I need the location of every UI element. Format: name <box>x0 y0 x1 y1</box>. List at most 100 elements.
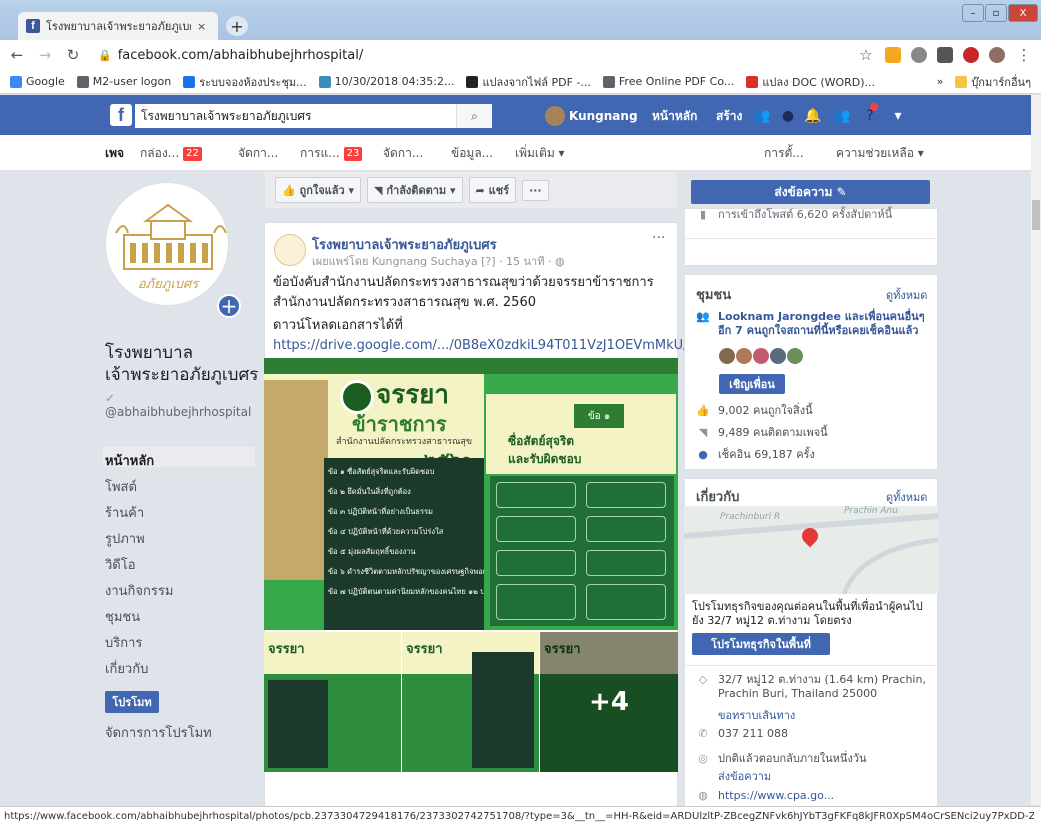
nav-create[interactable]: สร้าง <box>716 104 742 128</box>
friend-avatar[interactable] <box>753 348 769 364</box>
friends-text[interactable]: Looknam Jarongdee และเพื่อนคนอื่นๆ อีก 7… <box>718 310 934 338</box>
tab-more[interactable]: เพิ่มเติม ▾ <box>515 144 565 163</box>
friend-requests-icon[interactable]: 👥 <box>752 106 772 126</box>
menu-icon[interactable]: ⋮ <box>1015 46 1033 64</box>
friend-avatar[interactable] <box>770 348 786 364</box>
bookmark-label: Google <box>26 75 65 88</box>
facebook-logo-icon[interactable]: f <box>110 104 132 126</box>
forward-icon[interactable]: → <box>36 46 54 64</box>
friend-avatar[interactable] <box>787 348 803 364</box>
following-button[interactable]: ◥ กำลังติดตาม ▾ <box>367 177 463 203</box>
extension-icon[interactable] <box>937 47 953 63</box>
share-button[interactable]: ➦ แชร์ <box>468 177 517 203</box>
reload-icon[interactable]: ↻ <box>64 46 82 64</box>
logo-wordmark: อภัยภูเบศร <box>137 277 199 292</box>
left-nav-item[interactable]: ชุมชน <box>105 606 140 627</box>
url-field[interactable]: 🔒 facebook.com/abhaibhubejhrhospital/ <box>98 48 363 63</box>
extension-icon[interactable] <box>963 47 979 63</box>
left-nav-item[interactable]: งานกิจกรรม <box>105 580 173 601</box>
bookmark-item[interactable]: 10/30/2018 04:35:2... <box>318 75 454 88</box>
quick-help-icon[interactable]: 👥 <box>832 106 852 126</box>
tab-inbox[interactable]: กล่อง... 22 <box>140 144 202 163</box>
profile-link[interactable]: Kungnang <box>545 104 638 128</box>
left-nav-item[interactable]: รูปภาพ <box>105 528 145 549</box>
bookmarks-overflow-button[interactable]: » <box>937 75 944 88</box>
more-photos-overlay[interactable]: +4 <box>540 632 678 772</box>
messenger-icon[interactable]: ● <box>778 106 798 126</box>
maximize-button[interactable]: ▫ <box>985 4 1007 22</box>
post-link[interactable]: https://drive.google.com/.../0B8eX0zdkiL… <box>273 338 718 353</box>
bookmark-item[interactable]: ระบบจองห้องประชุม... <box>183 73 307 91</box>
left-nav-item[interactable]: เกี่ยวกับ <box>105 658 148 679</box>
help-icon[interactable]: ? <box>860 106 880 126</box>
browser-tab[interactable]: f โรงพยาบาลเจ้าพระยาอภัยภูเบศร - Faceboo… <box>18 12 218 40</box>
page-handle[interactable]: @abhaibhubejhrhospital <box>105 406 265 419</box>
extension-icon[interactable] <box>885 47 901 63</box>
send-message-link[interactable]: ส่งข้อความ <box>718 767 771 785</box>
post-author-avatar[interactable] <box>274 234 306 266</box>
tab-notifications[interactable]: การแ... 23 <box>300 144 363 163</box>
add-photo-button[interactable]: + <box>217 294 241 318</box>
location-map[interactable]: Prachinburi R Prachin Anu <box>684 506 938 594</box>
following-label: กำลังติดตาม ▾ <box>386 184 456 197</box>
facebook-search-input[interactable]: โรงพยาบาลเจ้าพระยาอภัยภูเบศร ⌕ <box>135 104 492 128</box>
bookmark-label: ระบบจองห้องประชุม... <box>199 75 307 89</box>
more-actions-button[interactable]: ··· <box>522 179 549 201</box>
account-dropdown-icon[interactable]: ▾ <box>888 106 908 126</box>
about-see-all-link[interactable]: ดูทั้งหมด <box>886 488 927 506</box>
manage-promotions-link[interactable]: จัดการการโปรโมท <box>105 722 212 743</box>
promote-button[interactable]: โปรโมท <box>105 691 159 713</box>
left-nav-item[interactable]: โพสต์ <box>105 476 137 497</box>
post-thumbnail[interactable]: จรรยา <box>402 632 539 772</box>
community-see-all-link[interactable]: ดูทั้งหมด <box>886 286 927 304</box>
left-nav-item[interactable]: ร้านค้า <box>105 502 144 523</box>
notifications-icon[interactable]: 🔔 <box>803 106 823 126</box>
tab-manage[interactable]: จัดกา... <box>238 144 278 163</box>
scrollbar-thumb[interactable] <box>1032 200 1040 230</box>
promote-local-business-button[interactable]: โปรโมทธุรกิจในพื้นที่ <box>692 633 830 655</box>
directions-link[interactable]: ขอทราบเส้นทาง <box>718 706 795 724</box>
profile-avatar[interactable] <box>989 47 1005 63</box>
tab-close-button[interactable]: × <box>197 20 206 33</box>
bookmark-item[interactable]: Google <box>10 75 65 88</box>
page-profile-picture[interactable]: อภัยภูเบศร <box>105 182 229 306</box>
nav-home[interactable]: หน้าหลัก <box>652 104 697 128</box>
promo-text: โปรโมทธุรกิจของคุณต่อคนในพื้นที่เพื่อนำผ… <box>692 600 923 627</box>
bookmark-item[interactable]: แปลงจากไฟล์ PDF -... <box>466 73 591 91</box>
left-nav-item[interactable]: บริการ <box>105 632 142 653</box>
send-message-button[interactable]: ส่งข้อความ ✎ <box>691 180 930 204</box>
tab-settings[interactable]: การตั้... <box>764 144 804 163</box>
invite-friends-button[interactable]: เชิญเพื่อน <box>719 374 785 394</box>
bookmark-item[interactable]: แปลง DOC (WORD)... <box>746 73 875 91</box>
friend-avatar[interactable] <box>719 348 735 364</box>
window-close-button[interactable]: X <box>1008 4 1038 22</box>
left-nav-item[interactable]: หน้าหลัก <box>105 450 154 471</box>
back-icon[interactable]: ← <box>8 46 26 64</box>
image-card-body <box>490 476 674 626</box>
star-icon[interactable]: ☆ <box>857 46 875 64</box>
website-link[interactable]: https://www.cpa.go... <box>718 789 834 803</box>
post-main-image[interactable]: จรรยา ข้าราชการ สำนักงานปลัดกระทรวงสาธาร… <box>264 358 678 630</box>
divider <box>684 238 938 239</box>
minimize-button[interactable]: – <box>962 4 984 22</box>
tab-page[interactable]: เพจ <box>105 144 124 163</box>
bookmark-item[interactable]: Free Online PDF Co... <box>602 75 734 88</box>
friend-avatar[interactable] <box>736 348 752 364</box>
url-text: facebook.com/abhaibhubejhrhospital/ <box>117 47 364 63</box>
community-heading: ชุมชน <box>696 288 732 303</box>
image-card-tag: ข้อ ๑ <box>574 404 624 428</box>
tab-manage-2[interactable]: จัดกา... <box>383 144 423 163</box>
new-tab-button[interactable]: + <box>226 16 248 36</box>
extension-icon[interactable] <box>911 47 927 63</box>
tab-help[interactable]: ความช่วยเหลือ ▾ <box>836 144 924 163</box>
other-bookmarks-folder[interactable]: บุ๊กมาร์กอื่นๆ <box>955 73 1031 91</box>
tab-info[interactable]: ข้อมูล... <box>451 144 493 163</box>
uniform-illustration <box>264 380 328 580</box>
search-icon[interactable]: ⌕ <box>456 104 492 128</box>
liked-button[interactable]: 👍 ถูกใจแล้ว ▾ <box>275 177 362 203</box>
left-nav-item[interactable]: วิดีโอ <box>105 554 136 575</box>
bookmark-item[interactable]: M2-user logon <box>76 75 171 88</box>
post-options-icon[interactable]: ··· <box>652 230 665 246</box>
image-box <box>586 516 666 542</box>
post-thumbnail[interactable]: จรรยา <box>264 632 401 772</box>
